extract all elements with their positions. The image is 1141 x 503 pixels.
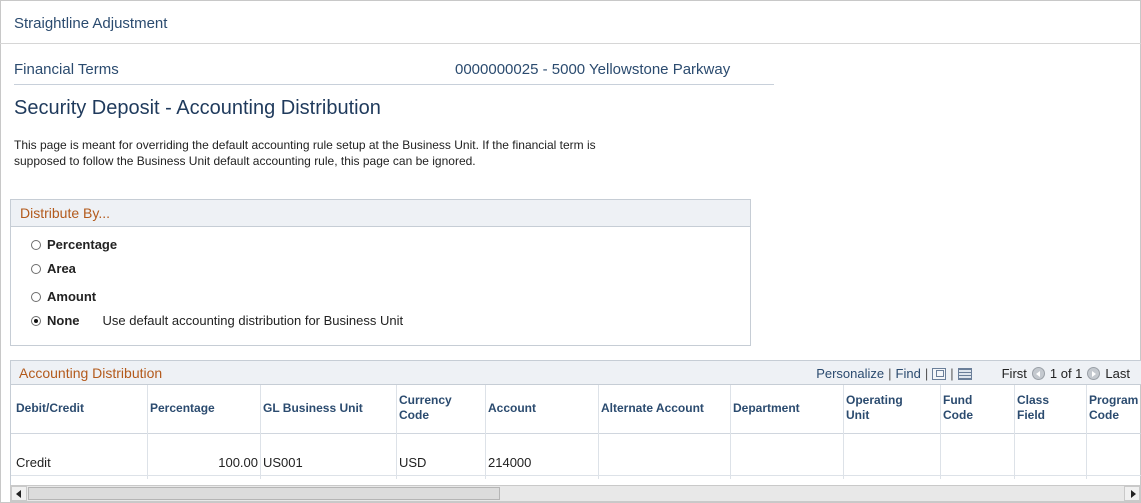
column-divider: [485, 385, 486, 479]
none-option-note: Use default accounting distribution for …: [102, 313, 404, 328]
column-divider: [843, 385, 844, 479]
column-divider: [598, 385, 599, 479]
pager-last-label[interactable]: Last: [1105, 366, 1130, 381]
financial-terms-label: Financial Terms: [14, 61, 119, 78]
radio-button-selected-icon[interactable]: [31, 315, 41, 326]
col-department[interactable]: Department: [733, 401, 800, 416]
accounting-distribution-grid: Accounting Distribution Personalize | Fi…: [10, 360, 1141, 487]
cell-account: 214000: [488, 455, 532, 470]
col-percentage[interactable]: Percentage: [150, 401, 215, 416]
cell-currency: USD: [399, 455, 427, 470]
column-divider: [1086, 385, 1087, 479]
pager-range: 1 of 1: [1049, 366, 1083, 381]
scroll-right-icon[interactable]: [1124, 486, 1140, 501]
grid-header-row: Debit/Credit Percentage GL Business Unit…: [11, 385, 1141, 434]
col-operating-unit[interactable]: Operating Unit: [846, 393, 926, 423]
cell-debit-credit: Credit: [16, 455, 51, 470]
row-divider: [11, 475, 1141, 476]
page-header-title: Straightline Adjustment: [14, 15, 168, 32]
column-divider: [940, 385, 941, 479]
download-icon[interactable]: [957, 367, 972, 380]
radio-button-icon[interactable]: [31, 263, 41, 274]
pager-first-label[interactable]: First: [1002, 366, 1027, 381]
grid-title-bar: Accounting Distribution Personalize | Fi…: [11, 361, 1141, 385]
col-debit-credit[interactable]: Debit/Credit: [16, 401, 84, 416]
radio-amount[interactable]: Amount: [31, 289, 96, 304]
grid-title: Accounting Distribution: [19, 365, 163, 381]
radio-amount-label: Amount: [47, 289, 97, 304]
col-program-code[interactable]: Program Code: [1089, 393, 1141, 423]
radio-percentage[interactable]: Percentage: [31, 237, 117, 252]
financial-terms-value: 0000000025 - 5000 Yellowstone Parkway: [455, 61, 731, 78]
radio-button-icon[interactable]: [31, 291, 41, 302]
col-gl-business-unit[interactable]: GL Business Unit: [263, 401, 363, 416]
col-currency-code[interactable]: Currency Code: [399, 393, 469, 423]
scroll-thumb[interactable]: [28, 487, 500, 500]
radio-percentage-label: Percentage: [47, 237, 118, 252]
separator: |: [888, 366, 892, 381]
column-divider: [730, 385, 731, 479]
next-page-icon[interactable]: [1087, 367, 1101, 380]
radio-none-label: None: [47, 313, 80, 328]
radio-area[interactable]: Area: [31, 261, 76, 276]
previous-page-icon[interactable]: [1031, 367, 1045, 380]
col-class-field[interactable]: Class Field: [1017, 393, 1067, 423]
distribute-by-heading: Distribute By...: [11, 200, 750, 227]
col-alternate-account[interactable]: Alternate Account: [601, 401, 704, 416]
zoom-icon[interactable]: [932, 367, 947, 380]
radio-button-icon[interactable]: [31, 239, 41, 250]
col-account[interactable]: Account: [488, 401, 536, 416]
separator: |: [950, 366, 954, 381]
financial-terms-divider: [14, 84, 774, 85]
page-description: This page is meant for overriding the de…: [14, 138, 596, 168]
separator: |: [924, 366, 929, 381]
column-divider: [396, 385, 397, 479]
page-title: Security Deposit - Accounting Distributi…: [14, 97, 381, 119]
pager: First 1 of 1 Last: [1002, 366, 1130, 381]
radio-none[interactable]: None Use default accounting distribution…: [31, 313, 403, 328]
personalize-link[interactable]: Personalize: [816, 366, 884, 381]
scroll-left-icon[interactable]: [11, 486, 27, 501]
grid-toolbar: Personalize | Find | | First 1 of 1 Last: [816, 366, 1130, 381]
col-fund-code[interactable]: Fund Code: [943, 393, 983, 423]
page-header: Straightline Adjustment: [0, 0, 1141, 44]
cell-percentage: 100.00: [218, 455, 258, 470]
horizontal-scrollbar[interactable]: [10, 485, 1141, 502]
column-divider: [1014, 385, 1015, 479]
radio-area-label: Area: [47, 261, 76, 276]
find-link[interactable]: Find: [896, 366, 921, 381]
cell-gl-business-unit: US001: [263, 455, 303, 470]
column-divider: [260, 385, 261, 479]
distribute-by-group: Distribute By... Percentage Area Amount …: [10, 199, 751, 346]
